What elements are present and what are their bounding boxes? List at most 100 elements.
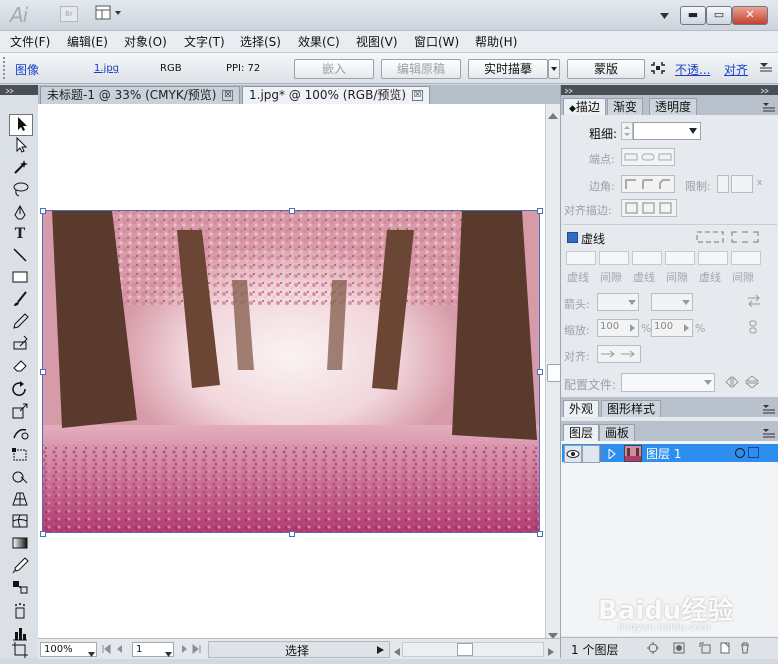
scroll-up-arrow-icon[interactable] [548, 108, 558, 122]
start-arrow-scale-field[interactable]: 100 [597, 319, 639, 337]
lasso-tool[interactable] [9, 180, 31, 200]
resize-handle[interactable] [289, 208, 295, 214]
control-bar-menu-icon[interactable] [760, 61, 772, 76]
gap-field-3[interactable] [731, 251, 761, 265]
minimize-button[interactable]: ▬ [680, 6, 706, 25]
start-arrowhead-select[interactable] [597, 293, 639, 311]
dashed-line-checkbox[interactable] [567, 232, 578, 243]
new-layer-icon[interactable] [719, 642, 731, 657]
resize-handle[interactable] [40, 208, 46, 214]
weight-stepper[interactable] [621, 122, 633, 140]
bridge-button[interactable]: Br [60, 6, 78, 22]
resize-handle[interactable] [40, 369, 46, 375]
menu-effect[interactable]: 效果(C) [298, 33, 340, 50]
free-transform-tool[interactable] [9, 446, 31, 466]
link-scale-icon[interactable] [749, 320, 757, 337]
object-type-label[interactable]: 图像 [15, 61, 39, 78]
flip-profile-horizontal-icon[interactable] [725, 375, 739, 391]
last-artboard-icon[interactable] [180, 643, 206, 657]
panel-menu-icon[interactable] [763, 427, 775, 441]
mesh-tool[interactable] [9, 512, 31, 532]
tab-untitled-1[interactable]: 未标题-1 @ 33% (CMYK/预览) ☒ [40, 86, 241, 104]
weight-field[interactable] [633, 122, 701, 140]
file-name-link[interactable]: 1.jpg [94, 63, 119, 74]
panel-dock-grip[interactable] [561, 85, 778, 95]
resize-handle[interactable] [40, 531, 46, 537]
eyedropper-tool[interactable] [9, 556, 31, 576]
flip-profile-vertical-icon[interactable] [744, 375, 760, 391]
eraser-tool[interactable] [9, 356, 31, 376]
menu-type[interactable]: 文字(T) [184, 33, 225, 50]
status-selection-field[interactable]: 选择 [208, 641, 390, 658]
gap-field-2[interactable] [665, 251, 695, 265]
live-trace-options-button[interactable] [548, 59, 560, 79]
warp-tool[interactable] [9, 424, 31, 444]
live-trace-button[interactable]: 实时描摹 [468, 59, 548, 79]
rotate-tool[interactable] [9, 380, 31, 400]
make-clipping-mask-icon[interactable] [673, 642, 685, 657]
vertical-scrollbar[interactable] [545, 104, 561, 639]
end-arrow-scale-field[interactable]: 100 [651, 319, 693, 337]
control-bar-grip[interactable] [3, 57, 9, 79]
dash-preserve-icon[interactable] [696, 231, 724, 246]
hscroll-right-arrow-icon[interactable] [548, 645, 554, 659]
new-sublayer-icon[interactable] [699, 642, 711, 657]
mask-button[interactable]: 蒙版 [567, 59, 645, 79]
tab-gradient[interactable]: 渐变 [607, 98, 644, 115]
symbol-sprayer-tool[interactable] [9, 602, 31, 622]
hscroll-thumb[interactable] [457, 643, 473, 656]
perspective-grid-tool[interactable] [9, 490, 31, 510]
menu-object[interactable]: 对象(O) [124, 33, 167, 50]
tab-layers[interactable]: 图层 [563, 424, 600, 441]
dash-align-corners-icon[interactable] [731, 231, 759, 246]
rectangle-tool[interactable] [9, 268, 31, 288]
limit-stepper[interactable] [717, 175, 729, 193]
layer-row[interactable]: 图层 1 [562, 444, 778, 463]
artboard-canvas[interactable] [38, 104, 545, 638]
arrow-align-buttons[interactable] [597, 345, 641, 363]
layer-lock-toggle[interactable] [582, 445, 600, 463]
end-arrowhead-select[interactable] [651, 293, 693, 311]
tab-stroke[interactable]: ◆描边 [563, 98, 606, 115]
close-button[interactable]: ✕ [732, 6, 768, 25]
dash-field-2[interactable] [632, 251, 662, 265]
workspace-dropdown-arrow-icon[interactable] [660, 9, 670, 23]
embed-button[interactable]: 嵌入 [294, 59, 374, 79]
resize-handle[interactable] [537, 531, 543, 537]
restore-button[interactable]: ▭ [706, 6, 732, 25]
dash-field-1[interactable] [566, 251, 596, 265]
crop-marks-icon[interactable] [651, 62, 665, 77]
menu-edit[interactable]: 编辑(E) [67, 33, 108, 50]
layer-name[interactable]: 图层 1 [646, 445, 681, 462]
limit-field[interactable] [731, 175, 753, 193]
blend-tool[interactable] [9, 578, 31, 598]
dash-field-3[interactable] [698, 251, 728, 265]
resize-handle[interactable] [537, 208, 543, 214]
tab-1-jpg[interactable]: 1.jpg* @ 100% (RGB/预览) ☒ [242, 86, 431, 104]
selection-tool[interactable] [9, 114, 33, 136]
menu-view[interactable]: 视图(V) [356, 33, 398, 50]
layer-visibility-toggle[interactable] [564, 445, 582, 463]
align-stroke-buttons[interactable] [621, 199, 677, 217]
panel-menu-icon[interactable] [763, 403, 775, 417]
menu-file[interactable]: 文件(F) [10, 33, 50, 50]
scroll-thumb[interactable] [547, 364, 561, 382]
tab-graphic-styles[interactable]: 图形样式 [601, 400, 662, 417]
line-segment-tool[interactable] [9, 246, 31, 266]
gradient-tool[interactable] [9, 534, 31, 554]
close-tab-icon[interactable]: ☒ [222, 90, 234, 101]
scale-tool[interactable] [9, 402, 31, 422]
menu-select[interactable]: 选择(S) [240, 33, 281, 50]
hscroll-left-arrow-icon[interactable] [394, 645, 400, 659]
type-tool[interactable]: T [9, 224, 31, 244]
blob-brush-tool[interactable] [9, 334, 31, 354]
first-artboard-icon[interactable] [102, 643, 130, 657]
arrange-documents-button[interactable] [95, 5, 123, 21]
layer-target-icon[interactable] [735, 448, 745, 458]
cap-buttons[interactable] [621, 148, 675, 166]
magic-wand-tool[interactable] [9, 158, 31, 178]
tab-transparency[interactable]: 透明度 [649, 98, 698, 115]
paintbrush-tool[interactable] [9, 290, 31, 310]
corner-buttons[interactable] [621, 175, 675, 193]
pen-tool[interactable] [9, 204, 31, 224]
